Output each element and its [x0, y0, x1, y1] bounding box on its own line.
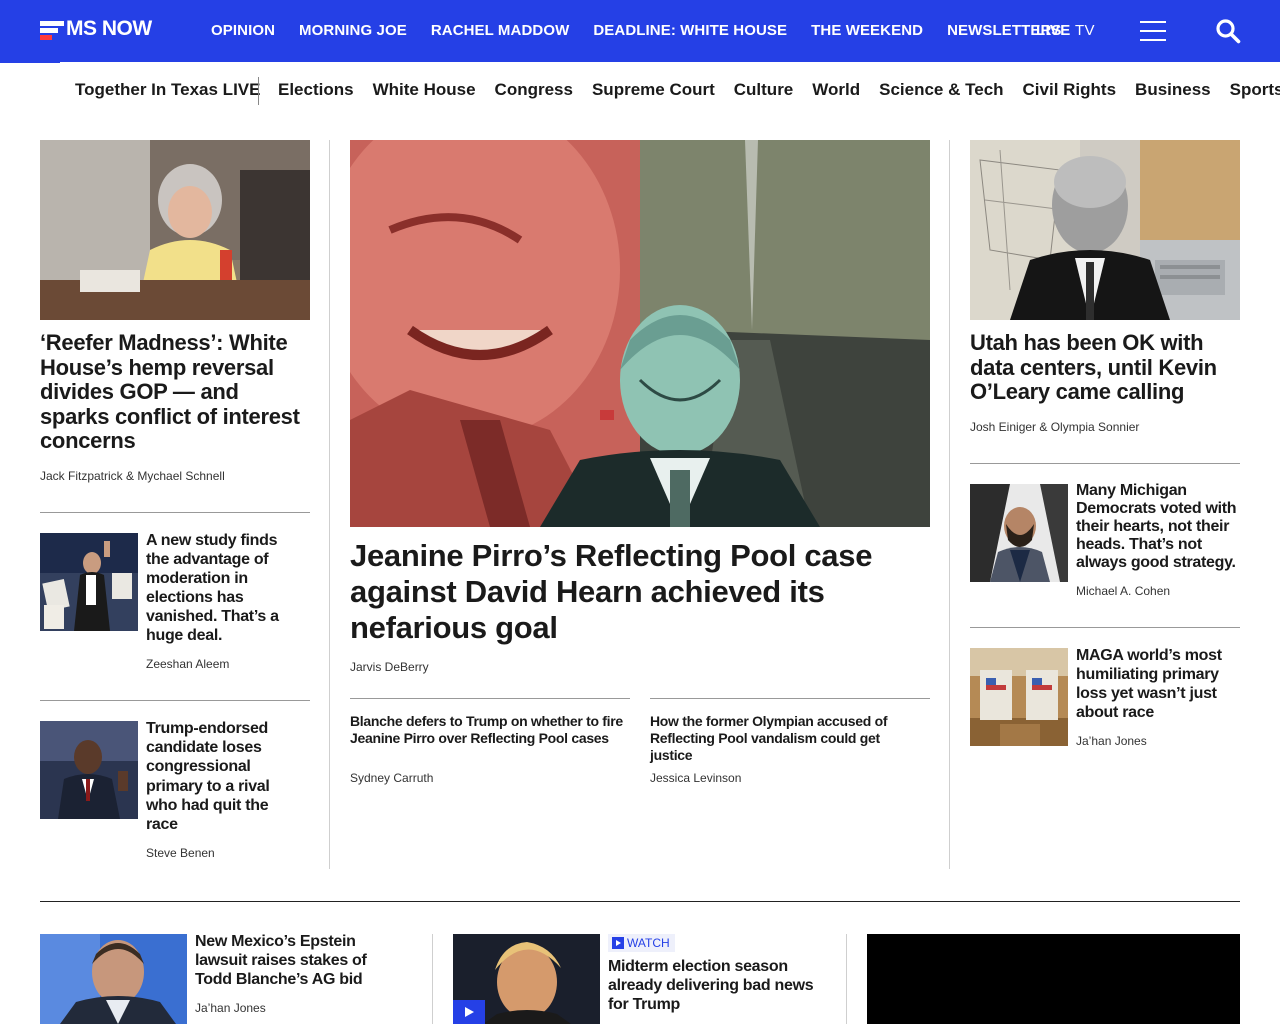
primary-story-byline[interactable]: Steve Benen — [146, 846, 215, 860]
live-label: LIVE — [1036, 22, 1071, 39]
utah-story-image[interactable] — [970, 140, 1240, 320]
olympian-story-byline[interactable]: Jessica Levinson — [650, 771, 741, 785]
primary-story-headline[interactable]: Trump-endorsed candidate loses congressi… — [146, 719, 296, 834]
maga-story-byline[interactable]: Ja’han Jones — [1076, 734, 1147, 748]
divider — [970, 463, 1240, 464]
midterm-story-headline[interactable]: Midterm election season already deliveri… — [608, 957, 833, 1014]
section-sports[interactable]: Sports — [1230, 80, 1280, 100]
maga-story-image[interactable] — [970, 648, 1068, 746]
section-culture[interactable]: Culture — [734, 80, 794, 100]
michigan-story-byline[interactable]: Michael A. Cohen — [1076, 584, 1170, 598]
divider — [40, 512, 310, 513]
section-white-house[interactable]: White House — [373, 80, 476, 100]
divider — [40, 700, 310, 701]
section-congress[interactable]: Congress — [495, 80, 573, 100]
section-together-in-texas[interactable]: Together In Texas LIVE — [75, 80, 260, 100]
section-nav: Together In Texas LIVE Elections White H… — [0, 62, 1280, 120]
divider — [350, 698, 630, 699]
nav-opinion[interactable]: OPINION — [211, 22, 275, 39]
michigan-story-headline[interactable]: Many Michigan Democrats voted with their… — [1076, 482, 1240, 572]
column-divider — [949, 140, 950, 869]
section-science-tech[interactable]: Science & Tech — [879, 80, 1003, 100]
video-player[interactable] — [867, 934, 1240, 1024]
utah-story-byline[interactable]: Josh Einiger & Olympia Sonnier — [970, 420, 1139, 434]
section-supreme-court[interactable]: Supreme Court — [592, 80, 715, 100]
column-divider — [432, 934, 433, 1024]
section-elections[interactable]: Elections — [278, 80, 354, 100]
logo-text: MS NOW — [66, 17, 152, 40]
divider — [970, 627, 1240, 628]
play-video-icon[interactable] — [453, 1000, 485, 1024]
divider — [650, 698, 930, 699]
watch-badge: WATCH — [608, 934, 675, 952]
main-story-headline[interactable]: Jeanine Pirro’s Reflecting Pool case aga… — [350, 538, 930, 646]
watch-label: WATCH — [627, 936, 670, 950]
section-divider — [258, 77, 259, 105]
utah-story-headline[interactable]: Utah has been OK with data centers, unti… — [970, 330, 1240, 405]
blanche-story-byline[interactable]: Sydney Carruth — [350, 771, 433, 785]
primary-story-image[interactable] — [40, 721, 138, 819]
epstein-story-image[interactable] — [40, 934, 187, 1024]
column-divider — [846, 934, 847, 1024]
hemp-story-byline[interactable]: Jack Fitzpatrick & Mychael Schnell — [40, 469, 225, 483]
hemp-story-image[interactable] — [40, 140, 310, 320]
watch-play-icon — [612, 937, 624, 949]
hemp-story-headline[interactable]: ‘Reefer Madness’: White House’s hemp rev… — [40, 330, 310, 454]
blanche-story-headline[interactable]: Blanche defers to Trump on whether to fi… — [350, 713, 625, 747]
live-tv-link[interactable]: LIVE TV — [1036, 22, 1095, 39]
section-world[interactable]: World — [812, 80, 860, 100]
column-divider — [329, 140, 330, 869]
main-story-image[interactable] — [350, 140, 930, 527]
search-icon[interactable] — [1215, 18, 1241, 44]
epstein-story-headline[interactable]: New Mexico’s Epstein lawsuit raises stak… — [195, 932, 405, 989]
olympian-story-headline[interactable]: How the former Olympian accused of Refle… — [650, 713, 925, 765]
michigan-story-image[interactable] — [970, 484, 1068, 582]
site-logo[interactable]: MS NOW — [40, 17, 152, 41]
logo-mark-icon — [40, 19, 64, 40]
moderation-story-image[interactable] — [40, 533, 138, 631]
hamburger-menu-icon[interactable] — [1140, 20, 1166, 42]
main-story-byline[interactable]: Jarvis DeBerry — [350, 660, 429, 674]
moderation-story-headline[interactable]: A new study finds the advantage of moder… — [146, 531, 296, 645]
nav-morning-joe[interactable]: MORNING JOE — [299, 22, 407, 39]
epstein-story-byline[interactable]: Ja’han Jones — [195, 1001, 266, 1015]
moderation-story-byline[interactable]: Zeeshan Aleem — [146, 657, 229, 671]
primary-nav: OPINION MORNING JOE RACHEL MADDOW DEADLI… — [211, 22, 1062, 39]
section-civil-rights[interactable]: Civil Rights — [1023, 80, 1117, 100]
top-nav-bar: MS NOW OPINION MORNING JOE RACHEL MADDOW… — [0, 0, 1280, 62]
nav-rachel-maddow[interactable]: RACHEL MADDOW — [431, 22, 570, 39]
nav-deadline-white-house[interactable]: DEADLINE: WHITE HOUSE — [593, 22, 787, 39]
tv-label: TV — [1075, 22, 1095, 39]
nav-the-weekend[interactable]: THE WEEKEND — [811, 22, 923, 39]
section-divider-line — [40, 901, 1240, 902]
section-business[interactable]: Business — [1135, 80, 1211, 100]
maga-story-headline[interactable]: MAGA world’s most humiliating primary lo… — [1076, 646, 1236, 722]
